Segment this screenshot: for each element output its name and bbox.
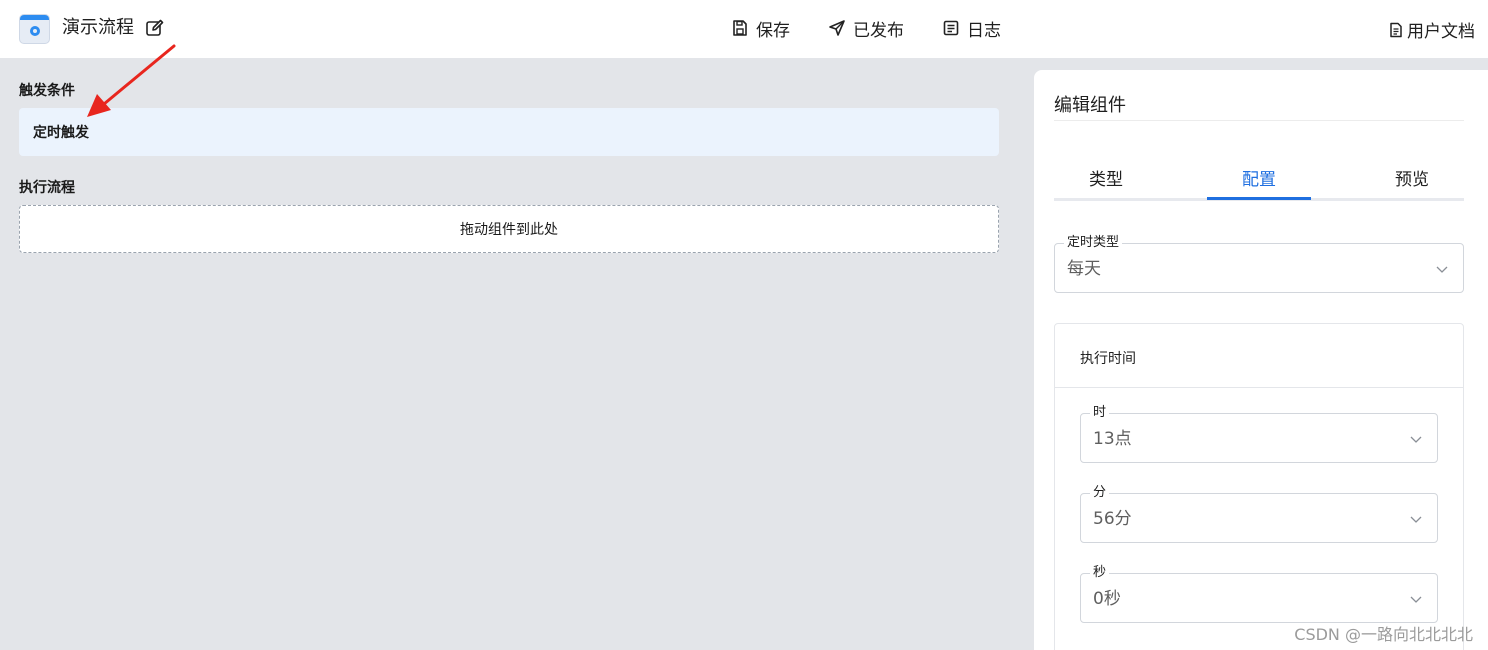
timer-type-label: 定时类型 (1064, 234, 1123, 252)
exec-time-card: 执行时间 时 13点 分 56分 秒 0秒 (1054, 323, 1464, 650)
second-value: 0秒 (1093, 589, 1121, 609)
flow-title: 演示流程 (62, 17, 134, 38)
minute-select[interactable]: 分 56分 (1080, 484, 1438, 543)
edit-icon[interactable] (145, 18, 165, 38)
hour-value: 13点 (1093, 429, 1132, 449)
chevron-down-icon (1436, 266, 1448, 273)
chevron-down-icon (1410, 596, 1422, 603)
panel-title: 编辑组件 (1054, 95, 1126, 116)
minute-value: 56分 (1093, 509, 1132, 529)
publish-button[interactable]: 已发布 (828, 17, 904, 41)
exec-time-title: 执行时间 (1080, 351, 1136, 367)
save-label: 保存 (756, 20, 790, 41)
second-select[interactable]: 秒 0秒 (1080, 564, 1438, 623)
app-logo-icon (19, 14, 50, 44)
tab-preview[interactable]: 预览 (1360, 165, 1464, 190)
hour-select[interactable]: 时 13点 (1080, 404, 1438, 463)
log-icon (943, 20, 959, 36)
trigger-item-label: 定时触发 (33, 125, 89, 141)
top-bar: 演示流程 保存 已发布 日志 用户文档 (0, 0, 1488, 58)
hour-label: 时 (1090, 404, 1110, 422)
trigger-item-timer[interactable]: 定时触发 (19, 108, 999, 156)
logs-button[interactable]: 日志 (942, 17, 1001, 41)
panel-divider (1054, 120, 1464, 121)
flow-section-label: 执行流程 (19, 180, 75, 196)
minute-label: 分 (1090, 484, 1110, 502)
document-icon (1390, 22, 1402, 37)
publish-label: 已发布 (853, 20, 904, 41)
save-icon (733, 20, 747, 36)
component-drop-zone[interactable]: 拖动组件到此处 (19, 205, 999, 253)
annotation-arrow (87, 44, 176, 117)
drop-zone-text: 拖动组件到此处 (460, 222, 558, 238)
trigger-section-label: 触发条件 (19, 83, 75, 99)
timer-type-value: 每天 (1067, 259, 1101, 279)
second-label: 秒 (1090, 564, 1110, 582)
user-docs-link[interactable]: 用户文档 (1388, 17, 1475, 42)
chevron-down-icon (1410, 516, 1422, 523)
tab-config[interactable]: 配置 (1207, 165, 1311, 190)
user-docs-label: 用户文档 (1407, 22, 1475, 42)
edit-component-panel: 编辑组件 类型 配置 预览 定时类型 每天 执行时间 时 13点 分 56分 秒… (1034, 70, 1488, 650)
save-button[interactable]: 保存 (731, 17, 790, 41)
logs-label: 日志 (967, 20, 1001, 41)
watermark: CSDN @一路向北北北北 (1294, 625, 1473, 644)
tab-type[interactable]: 类型 (1054, 165, 1158, 190)
chevron-down-icon (1410, 436, 1422, 443)
exec-time-header: 执行时间 (1055, 324, 1463, 388)
panel-tabs: 类型 配置 预览 (1054, 155, 1464, 201)
send-icon (829, 20, 845, 36)
timer-type-select[interactable]: 定时类型 每天 (1054, 234, 1464, 293)
active-tab-indicator (1207, 197, 1311, 200)
